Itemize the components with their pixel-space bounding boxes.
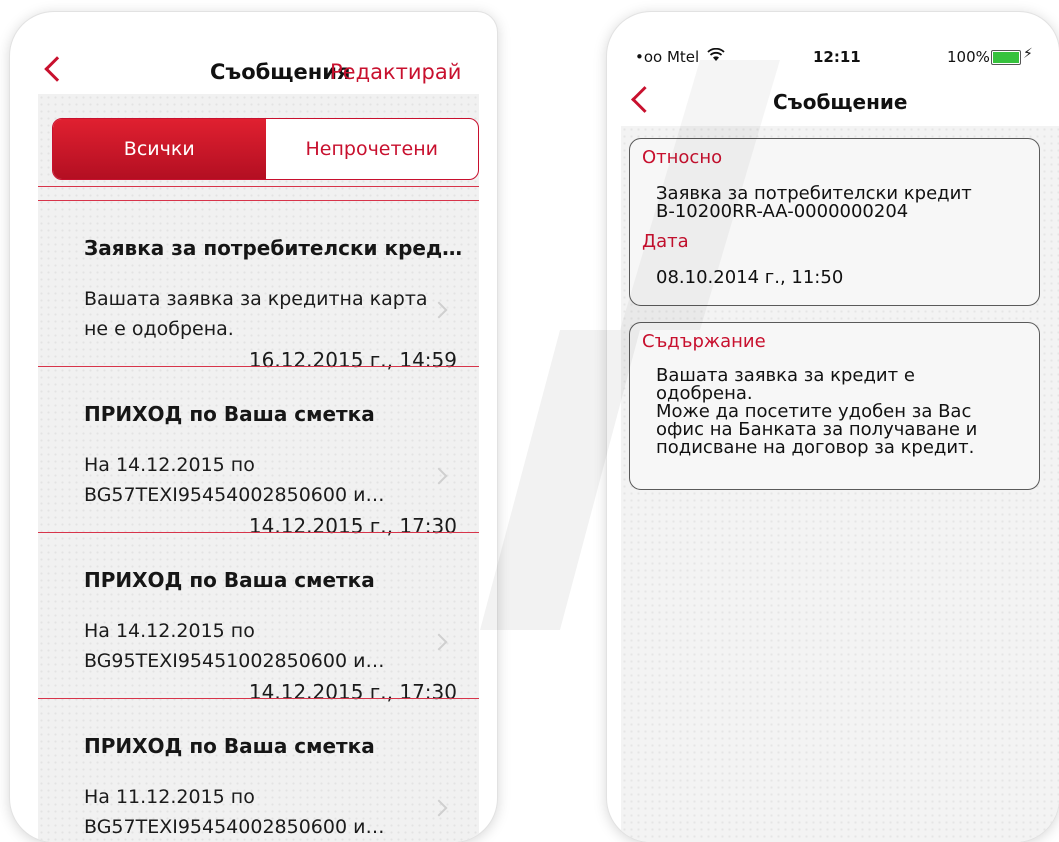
message-title: ПРИХОД по Ваша сметка: [84, 402, 375, 426]
nav-bar: Съобщения Редактирай: [38, 38, 477, 102]
date-label: Дата: [642, 231, 689, 252]
battery-percent: 100%: [947, 48, 990, 66]
message-title: ПРИХОД по Ваша сметка: [84, 734, 375, 758]
segment-all[interactable]: Всички: [53, 119, 266, 179]
message-list-item[interactable]: ПРИХОД по Ваша сметка На 11.12.2015 по B…: [38, 698, 479, 842]
content-value: Вашата заявка за кредит е одобрена. Може…: [656, 365, 978, 458]
message-detail-screen: •oo Mtel 12:11 100% ⚡ Съобщение Относно …: [607, 12, 1059, 842]
back-chevron-icon[interactable]: [44, 56, 70, 82]
content-label: Съдържание: [642, 331, 766, 352]
carrier-label: •oo Mtel: [635, 48, 700, 66]
message-preview: На 14.12.2015 по BG57TEXI95454002850600 …: [84, 454, 385, 506]
status-time: 12:11: [813, 48, 861, 66]
message-preview: На 11.12.2015 по BG57TEXI95454002850600 …: [84, 786, 385, 838]
segment-unread[interactable]: Непрочетени: [266, 119, 479, 179]
wifi-icon: [707, 48, 725, 61]
battery-icon: [991, 50, 1021, 65]
nav-bar: Съобщение: [607, 70, 1059, 130]
message-list-item[interactable]: Заявка за потребителски кред… Вашата зая…: [38, 200, 479, 372]
messages-body: Всички Непрочетени Заявка за потребителс…: [38, 94, 479, 842]
filter-segmented-control: Всички Непрочетени: [52, 118, 479, 180]
message-title: Заявка за потребителски кред…: [84, 236, 463, 260]
subject-label: Относно: [642, 147, 723, 168]
message-preview: Вашата заявка за кредитна карта не е одо…: [84, 288, 428, 340]
subject-date-card: Относно Заявка за потребителски кредит B…: [629, 138, 1040, 306]
page-title: Съобщение: [773, 90, 908, 114]
messages-list-screen: Съобщения Редактирай Всички Непрочетени …: [10, 12, 497, 842]
message-detail-body: Относно Заявка за потребителски кредит B…: [621, 126, 1059, 842]
message-list-item[interactable]: ПРИХОД по Ваша сметка На 14.12.2015 по B…: [38, 532, 479, 704]
date-value: 08.10.2014 г., 11:50: [656, 267, 844, 288]
status-bar: •oo Mtel 12:11 100% ⚡: [607, 12, 1059, 66]
message-title: ПРИХОД по Ваша сметка: [84, 568, 375, 592]
back-chevron-icon[interactable]: [631, 86, 658, 113]
message-list-item[interactable]: ПРИХОД по Ваша сметка На 14.12.2015 по B…: [38, 366, 479, 538]
content-card: Съдържание Вашата заявка за кредит е одо…: [629, 322, 1040, 490]
divider: [38, 186, 479, 187]
charging-icon: ⚡: [1023, 46, 1033, 62]
edit-button[interactable]: Редактирай: [330, 60, 461, 84]
subject-value: Заявка за потребителски кредит B-10200RR…: [656, 183, 972, 222]
message-preview: На 14.12.2015 по BG95TEXI95451002850600 …: [84, 620, 385, 672]
